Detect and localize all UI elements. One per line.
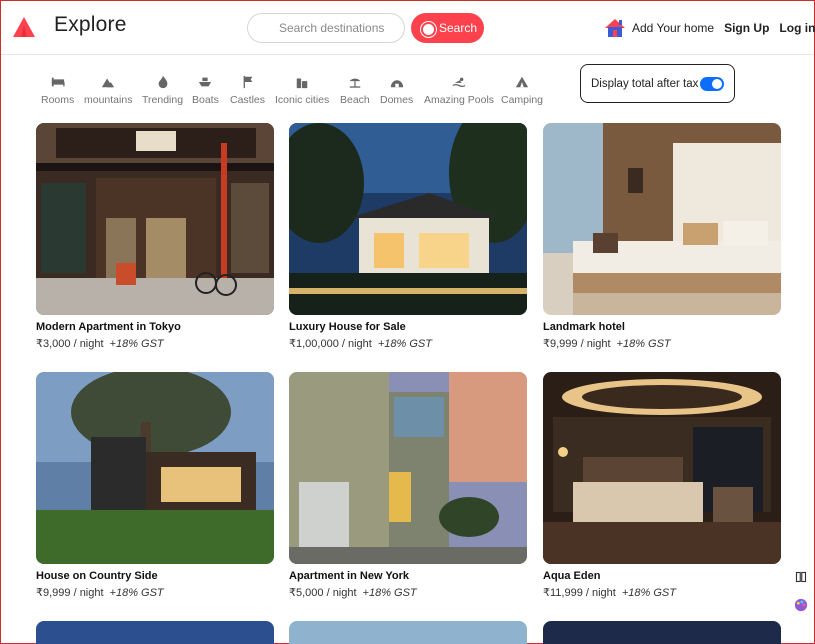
listing-price: ₹9,999 / night +18% GST xyxy=(36,587,164,599)
listing-tax: +18% GST xyxy=(109,587,164,599)
filter-label: mountains xyxy=(84,94,133,106)
filter-label: Beach xyxy=(340,94,370,106)
brand-link[interactable]: Explore xyxy=(12,13,126,38)
listing-image[interactable] xyxy=(36,372,274,564)
bed-icon xyxy=(51,77,65,87)
add-your-home-link[interactable]: Add Your home xyxy=(632,21,714,35)
listing-image[interactable] xyxy=(289,123,527,315)
listing-tax: +18% GST xyxy=(621,587,676,599)
search-input[interactable] xyxy=(247,13,405,43)
search-button[interactable]: Search xyxy=(411,13,484,43)
mountain-icon xyxy=(102,78,115,88)
house-icon xyxy=(605,19,625,37)
filter-label: Amazing Pools xyxy=(424,94,495,106)
listing-title: Luxury House for Sale xyxy=(289,321,406,333)
listing-price: ₹11,999 / night +18% GST xyxy=(543,587,676,599)
search-icon xyxy=(421,21,436,37)
listing-card[interactable]: Landmark hotel ₹9,999 / night +18% GST xyxy=(543,123,781,350)
city-icon xyxy=(296,78,308,89)
listing-price: ₹9,999 / night +18% GST xyxy=(543,338,671,350)
listing-image-partial[interactable] xyxy=(36,621,274,644)
listing-tax: +18% GST xyxy=(362,587,417,599)
brand-title: Explore xyxy=(54,13,127,36)
flag-icon xyxy=(243,75,252,89)
listing-title: Modern Apartment in Tokyo xyxy=(36,321,181,333)
filter-domes[interactable]: Domes xyxy=(380,75,413,106)
filter-castles[interactable]: Castles xyxy=(230,75,265,106)
tax-toggle-label: Display total after tax xyxy=(591,77,699,90)
category-filters: Rooms mountains Trending Boats Castles I… xyxy=(38,75,568,111)
filter-boats[interactable]: Boats xyxy=(192,75,219,106)
ship-icon xyxy=(199,77,212,87)
filter-iconic-cities[interactable]: Iconic cities xyxy=(275,75,329,106)
listing-title: Aqua Eden xyxy=(543,570,601,582)
listing-image[interactable] xyxy=(543,372,781,564)
listing-title: House on Country Side xyxy=(36,570,158,582)
swimmer-icon xyxy=(452,77,466,88)
book-icon[interactable] xyxy=(793,569,809,585)
listing-tax: +18% GST xyxy=(377,338,432,350)
listing-image[interactable] xyxy=(36,123,274,315)
sign-up-link[interactable]: Sign Up xyxy=(724,21,769,35)
listing-tax: +18% GST xyxy=(109,338,164,350)
filter-rooms[interactable]: Rooms xyxy=(41,75,74,106)
fire-icon xyxy=(158,75,167,89)
filter-label: Castles xyxy=(230,94,266,106)
filter-label: Domes xyxy=(380,94,414,106)
listing-image[interactable] xyxy=(289,372,527,564)
listing-price: ₹3,000 / night +18% GST xyxy=(36,338,164,350)
log-in-link[interactable]: Log in xyxy=(779,21,815,35)
navbar: Explore Search Add Your home Sign Up Log… xyxy=(1,1,815,55)
umbrella-beach-icon xyxy=(349,78,361,88)
filter-label: Camping xyxy=(501,94,544,106)
filter-beach[interactable]: Beach xyxy=(340,75,370,106)
filter-mountains[interactable]: mountains xyxy=(84,75,132,106)
filter-label: Boats xyxy=(192,94,219,106)
listing-image-partial[interactable] xyxy=(289,621,527,644)
listing-tax: +18% GST xyxy=(616,338,671,350)
tax-toggle[interactable]: Display total after tax xyxy=(580,64,735,103)
igloo-icon xyxy=(390,80,403,88)
palette-icon[interactable] xyxy=(793,597,809,613)
campground-icon xyxy=(515,76,529,88)
listing-card[interactable]: House on Country Side ₹9,999 / night +18%… xyxy=(36,372,274,599)
search-button-label: Search xyxy=(439,21,478,35)
filter-label: Rooms xyxy=(41,94,75,106)
listing-title: Landmark hotel xyxy=(543,321,625,333)
filter-camping[interactable]: Camping xyxy=(501,75,543,106)
listing-price: ₹1,00,000 / night +18% GST xyxy=(289,338,432,350)
listing-image[interactable] xyxy=(543,123,781,315)
filter-amazing-pools[interactable]: Amazing Pools xyxy=(424,75,494,106)
listing-title: Apartment in New York xyxy=(289,570,410,582)
listing-card[interactable]: Modern Apartment in Tokyo ₹3,000 / night… xyxy=(36,123,274,350)
filter-trending[interactable]: Trending xyxy=(142,75,183,106)
filter-label: Trending xyxy=(142,94,184,106)
tax-toggle-switch[interactable] xyxy=(700,77,724,91)
listing-price: ₹5,000 / night +18% GST xyxy=(289,587,417,599)
listing-image-partial[interactable] xyxy=(543,621,781,644)
filter-label: Iconic cities xyxy=(275,94,330,106)
listing-card[interactable]: Luxury House for Sale ₹1,00,000 / night +… xyxy=(289,123,527,350)
nav-links: Add Your home Sign Up Log in xyxy=(604,17,815,39)
listing-card[interactable]: Apartment in New York ₹5,000 / night +18%… xyxy=(289,372,527,599)
compass-triangle-icon xyxy=(13,17,35,37)
listing-card[interactable]: Aqua Eden ₹11,999 / night +18% GST xyxy=(543,372,781,599)
